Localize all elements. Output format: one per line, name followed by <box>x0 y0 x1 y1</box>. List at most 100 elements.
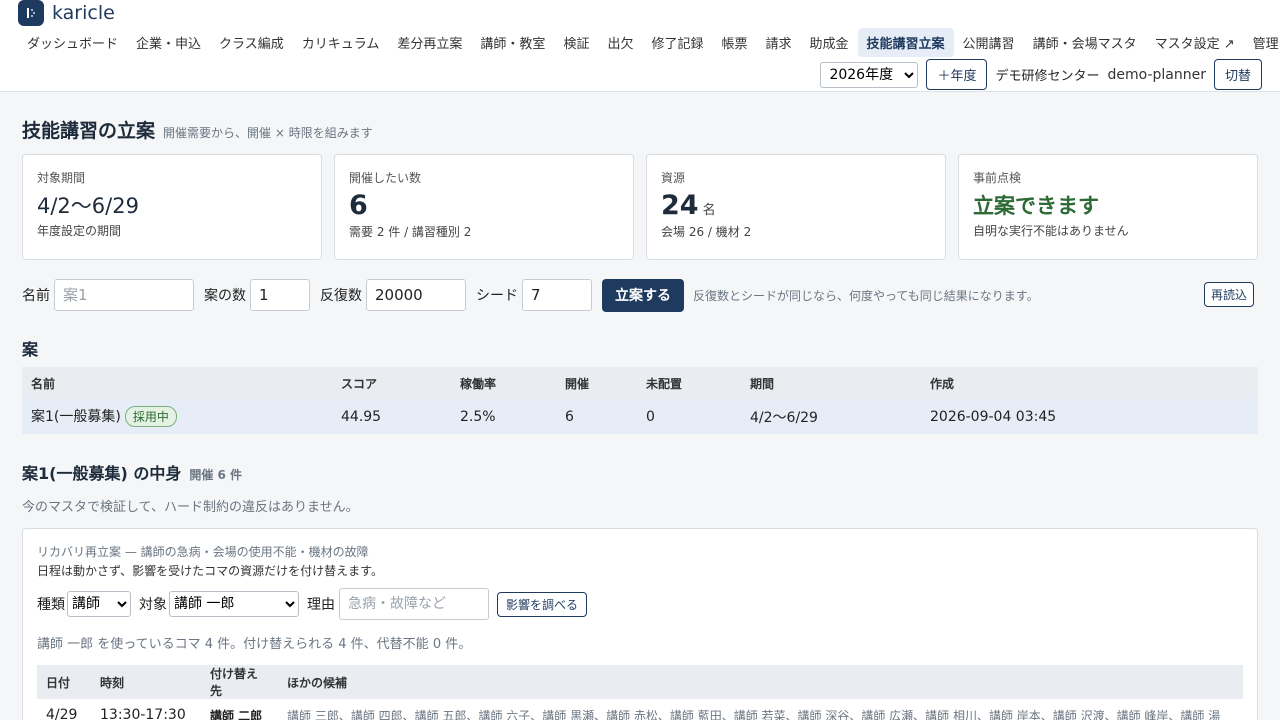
plan-submit-button[interactable]: 立案する <box>602 278 684 312</box>
resources-card: 資源 24 名 会場 26 / 機材 2 <box>646 154 946 260</box>
main-nav: ダッシュボード 企業・申込 クラス編成 カリキュラム 差分再立案 講師・教室 検… <box>18 27 1280 57</box>
target-label: 対象 <box>139 597 167 613</box>
candidates-cell: 講師 三郎、講師 四郎、講師 五郎、講師 六子、講師 黒瀬、講師 赤松、講師 藍… <box>287 708 1221 720</box>
add-year-button[interactable]: ＋年度 <box>926 59 988 90</box>
nav-item-forms[interactable]: 帳票 <box>712 28 756 57</box>
time-cell: 13:30-17:30 <box>100 707 186 720</box>
held-cell: 6 <box>556 399 637 434</box>
card-value: 24 <box>661 190 699 221</box>
card-note: 会場 26 / 機材 2 <box>661 225 752 239</box>
card-value: 4/2〜6/29 <box>37 194 139 218</box>
table-row[interactable]: 案1(一般募集) 採用中 44.95 2.5% 6 0 4/2〜6/29 2026… <box>22 399 1258 434</box>
org-name: デモ研修センター <box>995 69 1100 84</box>
col-util: 稼働率 <box>451 367 556 399</box>
page-subtitle: 開催需要から、開催 × 時限を組みます <box>163 126 373 140</box>
nav-item-validation[interactable]: 検証 <box>554 28 598 57</box>
nav-item-subsidy[interactable]: 助成金 <box>801 28 858 57</box>
col-score: スコア <box>332 367 451 399</box>
card-unit: 名 <box>702 203 716 218</box>
reason-label: 理由 <box>307 597 335 613</box>
nav-item-dashboard[interactable]: ダッシュボード <box>18 28 127 57</box>
iter-input[interactable] <box>366 279 466 311</box>
nav-item-public-course[interactable]: 公開講習 <box>954 28 1024 57</box>
plans-table: 名前 スコア 稼働率 開催 未配置 期間 作成 案1(一般募集) 採用中 44.9… <box>22 367 1258 434</box>
nav-item-companies[interactable]: 企業・申込 <box>127 28 210 57</box>
col-created: 作成 <box>921 367 1258 399</box>
period-cell: 4/2〜6/29 <box>741 399 921 434</box>
card-value-row: 24 名 <box>661 190 931 221</box>
validation-message: 今のマスタで検証して、ハード制約の違反はありません。 <box>22 500 359 515</box>
type-select[interactable]: 講師 <box>67 591 131 617</box>
assign-cell: 講師 二郎 <box>210 708 263 720</box>
nav-item-attendance[interactable]: 出欠 <box>598 28 642 57</box>
card-note: 需要 2 件 / 講習種別 2 <box>349 225 472 239</box>
col-held: 開催 <box>556 367 637 399</box>
nav-item-curriculum[interactable]: カリキュラム <box>293 28 389 57</box>
switch-button[interactable]: 切替 <box>1213 59 1262 90</box>
card-note: 年度設定の期間 <box>37 224 122 238</box>
type-label: 種類 <box>37 597 65 613</box>
unassigned-cell: 0 <box>637 399 741 434</box>
header-controls: 2026年度 ＋年度 デモ研修センター demo-planner 切替 <box>820 59 1262 90</box>
nav-item-instructors-rooms[interactable]: 講師・教室 <box>471 28 554 57</box>
name-label: 名前 <box>22 288 50 304</box>
nav-item-skill-planning[interactable]: 技能講習立案 <box>857 27 954 57</box>
page-title: 技能講習の立案 <box>22 120 156 142</box>
recovery-form: 種類 講師 対象 講師 一郎 理由 影響を調べる <box>37 588 588 620</box>
plans-heading: 案 <box>22 340 39 359</box>
target-card: 開催したい数 6 需要 2 件 / 講習種別 2 <box>334 154 634 260</box>
target-select[interactable]: 講師 一郎 <box>169 591 299 617</box>
brand[interactable]: karicle <box>18 0 115 26</box>
nav-item-completion[interactable]: 修了記録 <box>642 28 712 57</box>
detail-title: 案1(一般募集) の中身 <box>22 464 182 483</box>
nav-item-classes[interactable]: クラス編成 <box>210 28 293 57</box>
recovery-title: リカバリ再立案 — 講師の急病・会場の使用不能・機材の故障 <box>37 545 369 559</box>
reassign-table: 日付 時刻 付け替え先 ほかの候補 4/29 13:30-17:30 講師 二郎… <box>37 665 1243 720</box>
card-label: 事前点検 <box>973 171 1022 185</box>
table-header-row: 日付 時刻 付け替え先 ほかの候補 <box>37 665 1243 699</box>
card-value: 立案できます <box>973 194 1099 218</box>
table-header-row: 名前 スコア 稼働率 開催 未配置 期間 作成 <box>22 367 1258 399</box>
reload-button[interactable]: 再読込 <box>1204 282 1255 307</box>
nav-item-admin[interactable]: 管理 <box>1244 28 1280 57</box>
col-assign: 付け替え先 <box>201 665 278 699</box>
recovery-desc: 日程は動かさず、影響を受けたコマの資源だけを付け替えます。 <box>37 564 383 578</box>
year-select[interactable]: 2026年度 <box>820 61 919 88</box>
col-unassigned: 未配置 <box>637 367 741 399</box>
plan-form: 名前 案の数 反復数 シード 立案する 反復数とシードが同じなら、何度やっても同… <box>22 278 1039 312</box>
col-candidates: ほかの候補 <box>278 665 1243 699</box>
seed-input[interactable] <box>522 279 592 311</box>
col-name: 名前 <box>22 367 332 399</box>
col-time: 時刻 <box>91 665 201 699</box>
iter-label: 反復数 <box>320 288 362 304</box>
top-bar: karicle ダッシュボード 企業・申込 クラス編成 カリキュラム 差分再立案… <box>0 0 1280 92</box>
seed-label: シード <box>476 288 518 304</box>
count-input[interactable] <box>250 279 310 311</box>
created-cell: 2026-09-04 03:45 <box>921 399 1258 434</box>
form-hint: 反復数とシードが同じなら、何度やっても同じ結果になります。 <box>693 288 1039 303</box>
page-heading: 技能講習の立案 開催需要から、開催 × 時限を組みます <box>22 116 373 143</box>
date-cell: 4/29 <box>46 707 78 720</box>
count-label: 案の数 <box>204 288 246 304</box>
card-label: 開催したい数 <box>349 171 422 185</box>
nav-item-instructor-venue-master[interactable]: 講師・会場マスタ <box>1024 28 1146 57</box>
reason-input[interactable] <box>339 588 489 620</box>
plan-name[interactable]: 案1(一般募集) <box>31 409 121 425</box>
card-label: 資源 <box>661 171 686 185</box>
table-row: 4/29 13:30-17:30 講師 二郎 講師 三郎、講師 四郎、講師 五郎… <box>37 699 1243 720</box>
period-card: 対象期間 4/2〜6/29 年度設定の期間 <box>22 154 322 260</box>
name-input[interactable] <box>54 279 194 311</box>
detail-count: 開催 6 件 <box>189 468 243 482</box>
nav-item-master-settings[interactable]: マスタ設定 ↗ <box>1146 28 1244 57</box>
card-note: 自明な実行不能はありません <box>973 224 1129 238</box>
col-period: 期間 <box>741 367 921 399</box>
precheck-card: 事前点検 立案できます 自明な実行不能はありません <box>958 154 1258 260</box>
nav-item-diff-replan[interactable]: 差分再立案 <box>388 28 471 57</box>
check-impact-button[interactable]: 影響を調べる <box>497 591 588 617</box>
util-cell: 2.5% <box>451 399 556 434</box>
brand-name: karicle <box>52 2 115 24</box>
detail-heading: 案1(一般募集) の中身 開催 6 件 <box>22 460 242 484</box>
recovery-panel: リカバリ再立案 — 講師の急病・会場の使用不能・機材の故障 日程は動かさず、影響… <box>22 528 1258 720</box>
brand-logo-icon <box>18 0 44 26</box>
nav-item-billing[interactable]: 請求 <box>757 28 801 57</box>
